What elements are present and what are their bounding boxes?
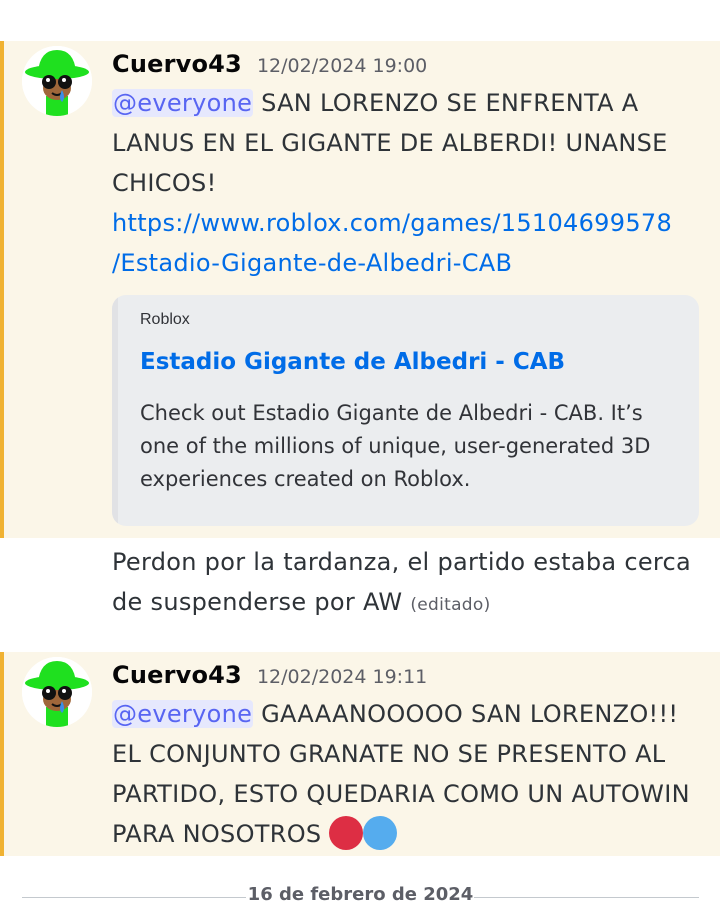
message-content: @everyone SAN LORENZO SE ENFRENTA A LANU… (112, 83, 702, 283)
embed-title[interactable]: Estadio Gigante de Albedri - CAB (140, 349, 565, 375)
timestamp[interactable]: 12/02/2024 19:00 (257, 55, 427, 77)
timestamp[interactable]: 12/02/2024 19:11 (257, 666, 427, 688)
message-link[interactable]: https://www.roblox.com/games/15104699578… (112, 203, 702, 283)
message-content: @everyone GAAAANOOOOO SAN LORENZO!!! EL … (112, 694, 702, 854)
divider-line-right (474, 897, 699, 898)
avatar-image (22, 657, 92, 727)
message-continuation: Perdon por la tardanza, el partido estab… (112, 542, 702, 625)
link-line-1[interactable]: https://www.roblox.com/games/15104699578 (112, 209, 672, 237)
blue-circle-emoji (363, 816, 398, 850)
username[interactable]: Cuervo43 (112, 50, 242, 78)
user-avatar[interactable] (22, 46, 92, 116)
embed-description: Check out Estadio Gigante de Albedri - C… (140, 401, 651, 491)
message-header: Cuervo43 12/02/2024 19:00 (112, 50, 427, 78)
mention-everyone[interactable]: @everyone (112, 700, 254, 728)
message-header: Cuervo43 12/02/2024 19:11 (112, 661, 427, 689)
username[interactable]: Cuervo43 (112, 661, 242, 689)
link-line-2[interactable]: /Estadio-Gigante-de-Albedri-CAB (112, 249, 512, 277)
link-embed: Roblox Estadio Gigante de Albedri - CAB … (112, 295, 699, 526)
date-divider-label: 16 de febrero de 2024 (247, 884, 474, 905)
mention-everyone[interactable]: @everyone (112, 89, 254, 117)
message-text: Perdon por la tardanza, el partido estab… (112, 548, 692, 616)
embed-provider: Roblox (140, 311, 190, 328)
date-divider: 16 de febrero de 2024 (22, 884, 699, 912)
edited-label: (editado) (410, 595, 491, 615)
red-circle-emoji (329, 816, 364, 850)
avatar-image (22, 46, 92, 116)
user-avatar[interactable] (22, 657, 92, 727)
